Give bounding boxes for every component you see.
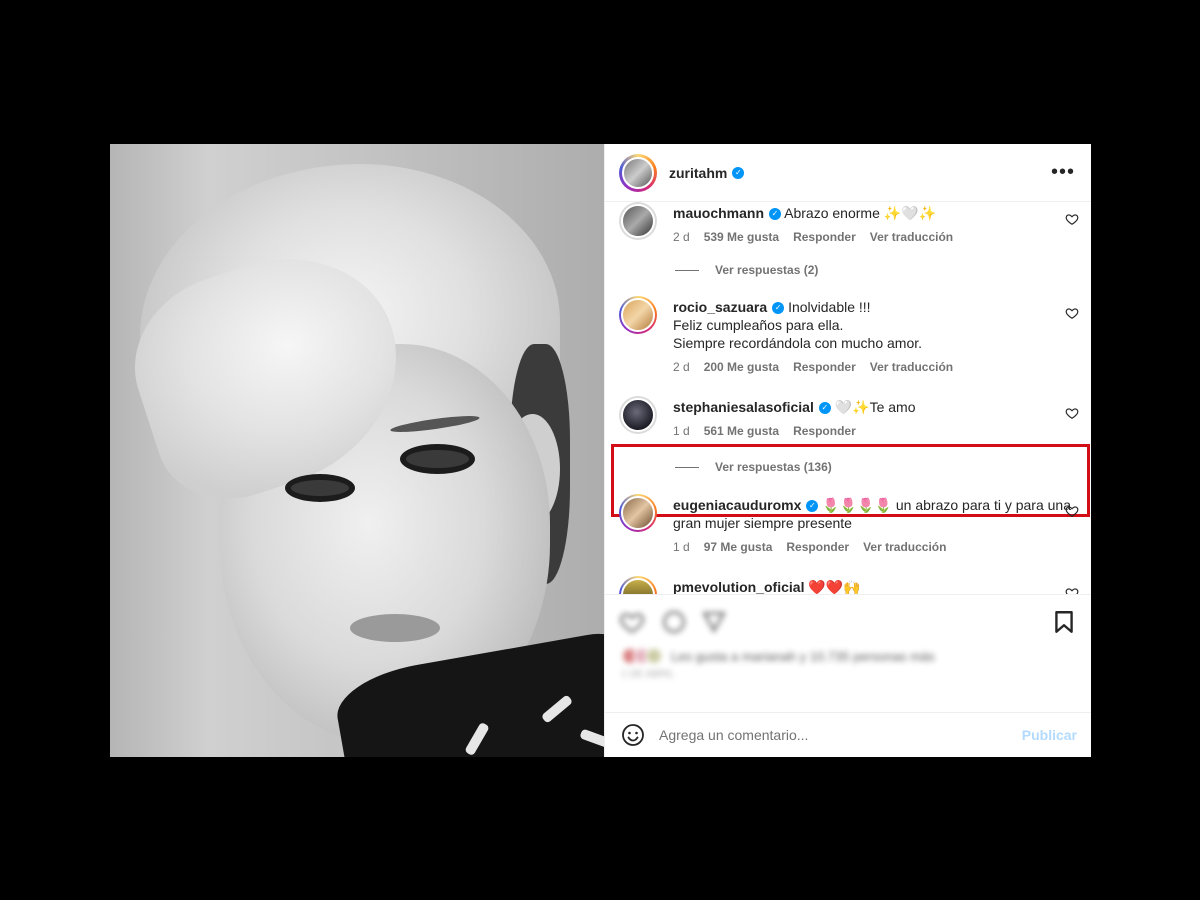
comment-item: mauochmann ✓ Abrazo enorme ✨🤍✨ 2 d 539 Me… [619,202,1079,244]
post-date: 1 DE ABRIL [621,669,675,680]
post-actions: Les gusta a marianah y 10.735 personas m… [605,594,1091,712]
comment-item: rocio_sazuara ✓ Inolvidable !!! Feliz cump… [619,296,1079,374]
comment-likes[interactable]: 561 Me gusta [704,424,779,438]
commenter-username[interactable]: mauochmann [673,205,764,221]
heart-icon[interactable] [1065,504,1079,518]
emoji-icon[interactable] [621,723,645,747]
view-replies-label: Ver respuestas (136) [715,460,832,474]
comment-text: 🤍✨Te amo [834,399,916,415]
comment-item: pmevolution_oficial ❤️❤️🙌 [619,576,1079,594]
comment-likes[interactable]: 97 Me gusta [704,540,773,554]
like-heart-icon[interactable] [619,609,645,635]
more-horizontal-icon[interactable]: ••• [1051,161,1075,184]
translate-button[interactable]: Ver traducción [870,230,953,244]
add-comment-bar: Publicar [605,712,1091,757]
likes-summary[interactable]: Les gusta a marianah y 10.735 personas m… [621,647,935,665]
comment-age[interactable]: 1 d [673,424,690,438]
comment-likes[interactable]: 200 Me gusta [704,360,779,374]
author-avatar[interactable] [619,153,657,192]
comment-text-line: 🌷🌷🌷🌷 un abrazo para ti y para una [822,497,1071,513]
post-photo[interactable] [110,144,604,757]
commenter-username[interactable]: rocio_sazuara [673,299,767,315]
view-replies-button[interactable]: Ver respuestas (136) [675,460,832,474]
comment-input[interactable] [659,727,1022,743]
translate-button[interactable]: Ver traducción [863,540,946,554]
publish-button[interactable]: Publicar [1022,727,1077,743]
reply-button[interactable]: Responder [793,424,856,438]
comment-text-line: Inolvidable !!! [788,299,871,315]
heart-icon[interactable] [1065,586,1079,594]
comment-age[interactable]: 2 d [673,360,690,374]
post-header: zuritahm ✓ ••• [605,144,1091,202]
comment-age[interactable]: 1 d [673,540,690,554]
comments-panel: zuritahm ✓ ••• mauochmann ✓ Abrazo enorme… [604,144,1091,757]
likes-summary-text: Les gusta a marianah y 10.735 personas m… [671,648,935,664]
reply-button[interactable]: Responder [793,360,856,374]
comment-item: eugeniacauduromx ✓ 🌷🌷🌷🌷 un abrazo para ti… [619,494,1079,554]
comment-text-line: Feliz cumpleaños para ella. [673,317,844,333]
photo-eye-right [400,444,475,474]
reply-button[interactable]: Responder [793,230,856,244]
photo-lips [350,614,440,642]
view-replies-label: Ver respuestas (2) [715,263,819,277]
verified-badge-icon: ✓ [818,402,831,415]
comments-list[interactable]: mauochmann ✓ Abrazo enorme ✨🤍✨ 2 d 539 Me… [605,202,1091,594]
comment-text-line: Siempre recordándola con mucho amor. [673,335,923,351]
instagram-post: zuritahm ✓ ••• mauochmann ✓ Abrazo enorme… [110,144,1091,757]
commenter-avatar[interactable] [619,494,657,532]
comment-age[interactable]: 2 d [673,230,690,244]
comment-text: Abrazo enorme ✨🤍✨ [784,205,937,221]
view-replies-button[interactable]: Ver respuestas (2) [675,263,818,277]
commenter-avatar[interactable] [619,576,657,594]
verified-badge-icon: ✓ [772,302,785,315]
comment-icon[interactable] [661,609,687,635]
heart-icon[interactable] [1065,406,1079,420]
author-username[interactable]: zuritahm [669,165,727,181]
translate-button[interactable]: Ver traducción [870,360,953,374]
share-icon[interactable] [701,609,727,635]
verified-badge-icon: ✓ [732,166,745,179]
comment-text-line: gran mujer siempre presente [673,515,852,531]
verified-badge-icon: ✓ [769,208,782,221]
commenter-avatar[interactable] [619,396,657,434]
commenter-username[interactable]: eugeniacauduromx [673,497,801,513]
comment-text: ❤️❤️🙌 [808,579,861,594]
comment-item: stephaniesalasoficial ✓ 🤍✨Te amo 1 d 561 … [619,396,1079,438]
reply-button[interactable]: Responder [786,540,849,554]
verified-badge-icon: ✓ [806,500,819,513]
comment-likes[interactable]: 539 Me gusta [704,230,779,244]
commenter-avatar[interactable] [619,202,657,240]
bookmark-icon[interactable] [1051,609,1077,635]
commenter-avatar[interactable] [619,296,657,334]
commenter-username[interactable]: pmevolution_oficial [673,579,804,594]
photo-eye-left [285,474,355,502]
heart-icon[interactable] [1065,306,1079,320]
commenter-username[interactable]: stephaniesalasoficial [673,399,814,415]
heart-icon[interactable] [1065,212,1079,226]
